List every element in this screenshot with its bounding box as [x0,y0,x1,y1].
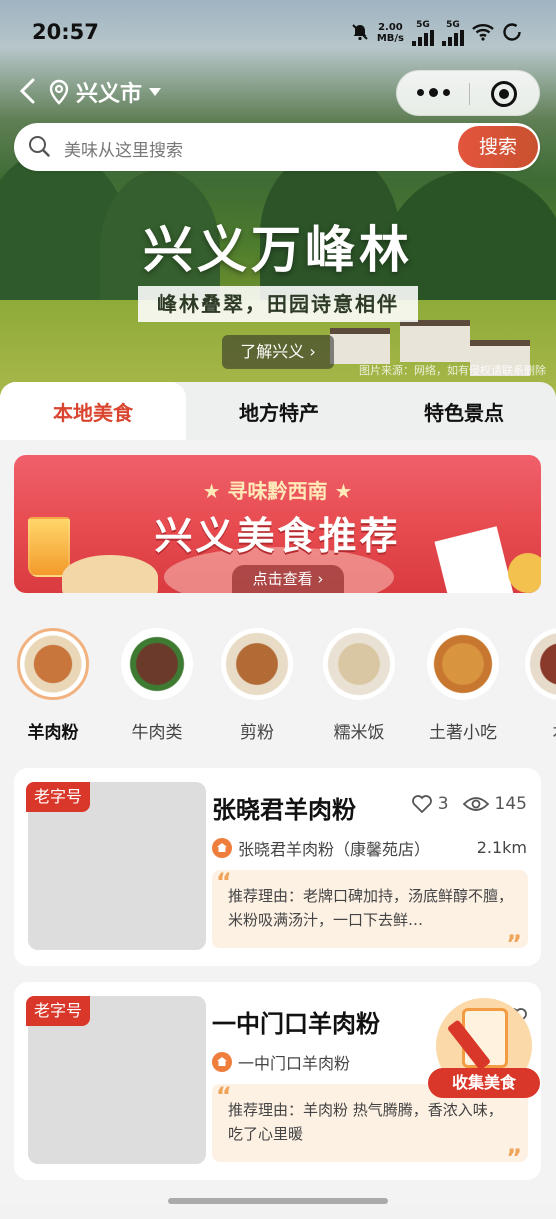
dumpling-basket-image [62,555,158,593]
signal-bars-icon [412,30,434,46]
hero-image-note: 图片来源：网络，如有侵权请联系删除 [359,364,546,377]
hero-title: 兴义万峰林 [143,220,413,279]
more-dots-icon[interactable] [417,88,450,97]
eye-icon [462,797,489,811]
category-label: 羊肉粉 [27,723,79,742]
status-time: 20:57 [32,20,99,44]
city-selector[interactable]: 兴义市 [48,76,162,108]
signal-label: 5G [446,20,460,30]
reason-text: 推荐理由：老牌口碑加持，汤底鲜醇不膻，米粉吸满汤汁，一口下去鲜… [228,887,514,929]
wifi-icon [472,23,494,44]
food-name: 一中门口羊肉粉 [212,1010,380,1038]
status-bar: 20:57 2.00 MB/s 5G 5G [0,0,556,62]
close-quote-icon: ” [506,1144,522,1162]
category-item[interactable]: 羊肉粉 [8,622,98,742]
shop-name: 一中门口羊肉粉 [238,1054,351,1073]
banner-kicker: ★ 寻味黔西南 ★ [202,479,353,503]
category-item[interactable]: 剪粉 [212,622,302,742]
hero-more-button[interactable]: 了解兴义 › [222,335,334,369]
category-item[interactable]: 糯米饭 [314,622,404,742]
collect-food-label: 收集美食 [428,1068,540,1098]
capsule-divider [469,83,470,105]
category-item[interactable]: 本 [516,622,556,742]
food-stats: 3 145 [411,794,527,814]
shop-distance: 2.1km [476,838,527,857]
heart-icon[interactable] [411,795,432,813]
food-name: 张晓君羊肉粉 [212,796,356,824]
shop-home-icon [212,838,232,858]
category-image [525,628,556,700]
city-name: 兴义市 [76,82,143,107]
net-speed: 2.00 MB/s [377,22,404,44]
home-indicator [168,1198,388,1204]
status-icons: 2.00 MB/s 5G 5G [351,20,522,46]
banner-headline: 兴义美食推荐 [154,514,401,558]
category-tabs: 本地美食 地方特产 特色景点 [0,382,556,442]
signal-label: 5G [416,20,430,30]
miniprogram-capsule [396,70,540,116]
reason-text: 推荐理由：羊肉粉 热气腾腾，香浓入味，吃了心里暖 [228,1101,503,1143]
search-bar: 美味从这里搜索 搜索 [14,123,540,171]
net-speed-value: 2.00 [378,22,403,33]
hero-subtitle: 峰林叠翠，田园诗意相伴 [138,286,418,322]
close-target-icon[interactable] [491,81,517,107]
tab-local-food[interactable]: 本地美食 [0,382,186,442]
shop-info: 一中门口羊肉粉 [212,1050,350,1074]
banner-cta-button[interactable]: 点击查看 › [232,565,344,593]
collect-food-button[interactable]: 收集美食 [428,998,540,1102]
category-image [221,628,293,700]
signal-bars-icon [442,30,464,46]
old-brand-badge: 老字号 [26,782,91,812]
open-quote-icon: “ [216,1084,232,1110]
tab-specialties[interactable]: 地方特产 [186,382,372,442]
open-quote-icon: “ [216,870,232,896]
location-pin-icon [49,79,69,105]
search-button[interactable]: 搜索 [458,126,538,168]
search-icon [29,136,50,157]
category-label: 土著小吃 [429,723,497,742]
view-count: 145 [494,794,527,814]
food-card[interactable]: 老字号 张晓君羊肉粉 3 145 张晓君羊肉粉（康馨苑店） 2.1km “ 推荐… [14,768,541,966]
category-image [427,628,499,700]
food-category-list: 羊肉粉 牛肉类 剪粉 糯米饭 土著小吃 本 [0,622,556,742]
net-speed-unit: MB/s [376,33,404,44]
category-label: 本 [516,718,556,742]
like-count: 3 [437,794,449,814]
recommend-reason: “ 推荐理由：老牌口碑加持，汤底鲜醇不膻，米粉吸满汤汁，一口下去鲜… ” [212,870,528,948]
category-label: 剪粉 [240,723,274,742]
signal-5g-1: 5G [412,20,434,46]
hero-house [330,328,390,364]
category-item[interactable]: 牛肉类 [112,622,202,742]
category-label: 糯米饭 [333,723,385,742]
mute-bell-icon [351,23,369,44]
tab-attractions[interactable]: 特色景点 [372,382,556,442]
close-quote-icon: ” [506,930,522,948]
search-input[interactable]: 美味从这里搜索 [64,136,183,161]
nav-row: 兴义市 [0,70,556,116]
caret-down-icon [149,88,162,96]
shop-name: 张晓君羊肉粉（康馨苑店） [238,840,431,859]
hero-house [400,320,470,362]
category-label: 牛肉类 [131,723,183,742]
category-image [323,628,395,700]
category-image [17,628,89,700]
shop-home-icon [212,1052,232,1072]
signal-5g-2: 5G [442,20,464,46]
category-image [121,628,193,700]
shop-info: 张晓君羊肉粉（康馨苑店） [212,836,430,860]
food-recommend-banner[interactable]: ★ 寻味黔西南 ★ 兴义美食推荐 点击查看 › [14,455,541,593]
battery-ring-icon [502,22,522,45]
old-brand-badge: 老字号 [26,996,91,1026]
category-item[interactable]: 土著小吃 [418,622,508,742]
back-icon[interactable] [16,76,42,106]
